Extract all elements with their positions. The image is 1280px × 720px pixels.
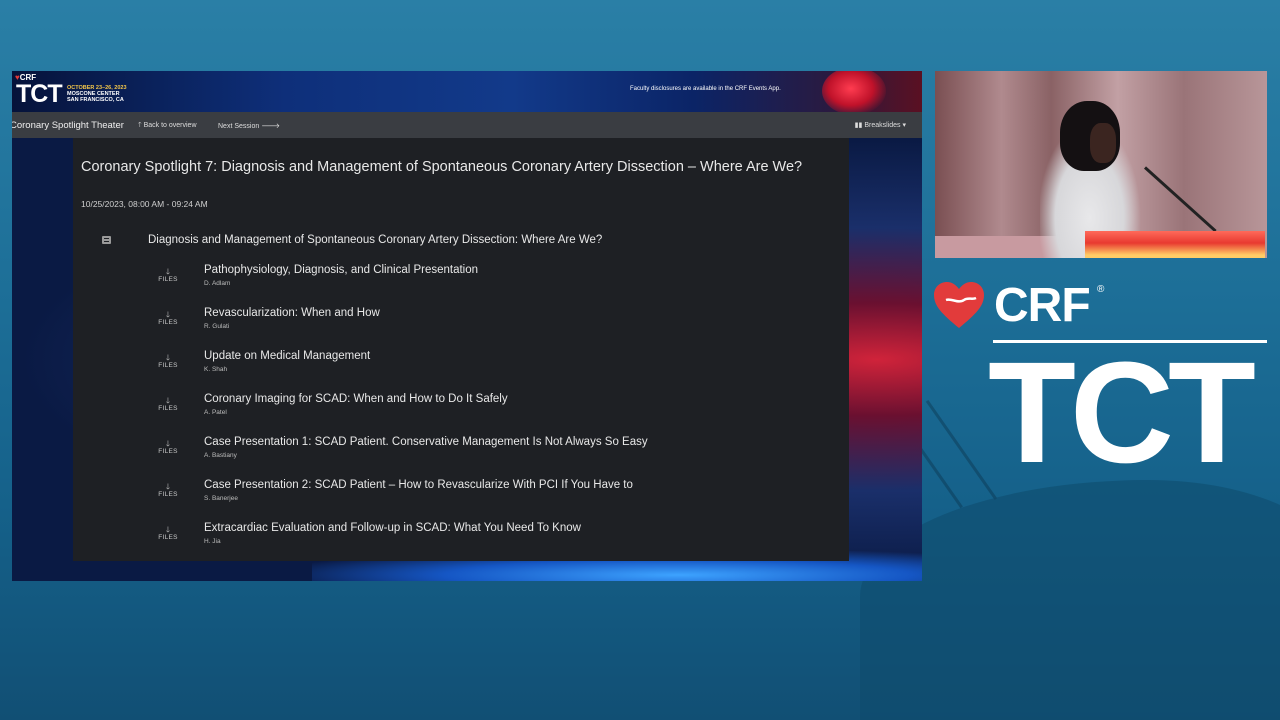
session-time: 10/25/2023, 08:00 AM - 09:24 AM bbox=[81, 199, 208, 209]
talk-speaker: A. Patel bbox=[204, 409, 227, 416]
files-label: FILES bbox=[158, 276, 178, 283]
speaker-face bbox=[1090, 123, 1116, 163]
disclosure-text: Faculty disclosures are available in the… bbox=[630, 86, 781, 92]
talk-item: 🡓 FILES Pathophysiology, Diagnosis, and C… bbox=[148, 264, 838, 303]
arrow-down-icon: 🡓 bbox=[165, 396, 171, 405]
talk-item: 🡓 FILES Extracardiac Evaluation and Follo… bbox=[148, 522, 838, 561]
talk-title[interactable]: Update on Medical Management bbox=[204, 350, 370, 362]
talk-item: 🡓 FILES Revascularization: When and How R… bbox=[148, 307, 838, 346]
back-label: Back to overview bbox=[143, 122, 197, 129]
files-label: FILES bbox=[158, 362, 178, 369]
registered-mark: ® bbox=[1097, 284, 1105, 295]
event-banner: ♥CRF TCT OCTOBER 23–26, 2023 MOSCONE CEN… bbox=[12, 71, 922, 115]
files-button[interactable]: 🡓 FILES bbox=[148, 439, 188, 456]
bridge-cable bbox=[925, 399, 998, 501]
navbar: Coronary Spotlight Theater 🡑 Back to ove… bbox=[12, 112, 922, 138]
files-button[interactable]: 🡓 FILES bbox=[148, 267, 188, 284]
crf-logo-text: CRF bbox=[994, 279, 1091, 332]
arrow-down-icon: 🡓 bbox=[165, 439, 171, 448]
talk-item: 🡓 FILES Case Presentation 1: SCAD Patient… bbox=[148, 436, 838, 475]
next-session-link[interactable]: Next Session 🡒 bbox=[218, 121, 280, 130]
back-to-overview-link[interactable]: 🡑 Back to overview bbox=[138, 121, 197, 132]
files-label: FILES bbox=[158, 319, 178, 326]
session-panel: Coronary Spotlight 7: Diagnosis and Mana… bbox=[73, 138, 849, 561]
files-button[interactable]: 🡓 FILES bbox=[148, 482, 188, 499]
speaker-video bbox=[935, 71, 1267, 258]
files-button[interactable]: 🡓 FILES bbox=[148, 396, 188, 413]
files-label: FILES bbox=[158, 534, 178, 541]
tct-logo-small: TCT bbox=[16, 80, 63, 108]
arrow-down-icon: 🡓 bbox=[165, 353, 171, 362]
files-label: FILES bbox=[158, 448, 178, 455]
arrow-right-icon: 🡒 bbox=[261, 123, 280, 130]
next-label: Next Session bbox=[218, 123, 260, 130]
event-city: SAN FRANCISCO, CA bbox=[67, 97, 124, 103]
talk-item: 🡓 FILES Case Presentation 2: SCAD Patient… bbox=[148, 479, 838, 518]
talk-speaker: K. Shah bbox=[204, 366, 228, 373]
talk-title[interactable]: Case Presentation 2: SCAD Patient – How … bbox=[204, 479, 633, 491]
event-info: OCTOBER 23–26, 2023 MOSCONE CENTER SAN F… bbox=[67, 85, 127, 103]
talk-speaker: R. Gulati bbox=[204, 323, 230, 330]
talk-title[interactable]: Coronary Imaging for SCAD: When and How … bbox=[204, 393, 508, 405]
files-button[interactable]: 🡓 FILES bbox=[148, 310, 188, 327]
tct-logo: TCT bbox=[988, 332, 1256, 493]
arrow-down-icon: 🡓 bbox=[165, 267, 171, 276]
arrow-down-icon: 🡓 bbox=[165, 310, 171, 319]
talk-item: 🡓 FILES Coronary Imaging for SCAD: When a… bbox=[148, 393, 838, 432]
talk-speaker: H. Jia bbox=[204, 538, 221, 545]
files-label: FILES bbox=[158, 405, 178, 412]
heart-icon bbox=[934, 282, 984, 328]
files-button[interactable]: 🡓 FILES bbox=[148, 353, 188, 370]
talk-title[interactable]: Pathophysiology, Diagnosis, and Clinical… bbox=[204, 264, 478, 276]
breakslides-dropdown[interactable]: ▮▮ Breakslides ▾ bbox=[855, 121, 906, 129]
talk-item: 🡓 FILES Update on Medical Management K. S… bbox=[148, 350, 838, 389]
breakslides-label: Breakslides bbox=[864, 122, 901, 129]
podium bbox=[1085, 231, 1265, 258]
microphone bbox=[1143, 166, 1217, 233]
arrow-up-icon: 🡑 bbox=[138, 122, 142, 129]
background-hill bbox=[860, 480, 1280, 720]
talk-speaker: D. Adlam bbox=[204, 280, 231, 287]
talk-title[interactable]: Case Presentation 1: SCAD Patient. Conse… bbox=[204, 436, 648, 448]
section-title: Diagnosis and Management of Spontaneous … bbox=[148, 234, 603, 246]
slide-window: ♥CRF TCT OCTOBER 23–26, 2023 MOSCONE CEN… bbox=[12, 71, 922, 581]
talk-title[interactable]: Extracardiac Evaluation and Follow-up in… bbox=[204, 522, 581, 534]
heart-illustration bbox=[822, 71, 886, 115]
list-icon bbox=[102, 236, 111, 244]
arrow-down-icon: 🡓 bbox=[165, 525, 171, 534]
columns-icon: ▮▮ bbox=[854, 122, 863, 129]
talk-title[interactable]: Revascularization: When and How bbox=[204, 307, 380, 319]
caret-down-icon: ▾ bbox=[902, 122, 906, 129]
session-title: Coronary Spotlight 7: Diagnosis and Mana… bbox=[81, 159, 803, 175]
files-button[interactable]: 🡓 FILES bbox=[148, 525, 188, 542]
files-label: FILES bbox=[158, 491, 178, 498]
talk-speaker: S. Banerjee bbox=[204, 495, 238, 502]
nav-brand[interactable]: Coronary Spotlight Theater bbox=[12, 120, 124, 131]
talk-speaker: A. Bastiany bbox=[204, 452, 237, 459]
arrow-down-icon: 🡓 bbox=[165, 482, 171, 491]
